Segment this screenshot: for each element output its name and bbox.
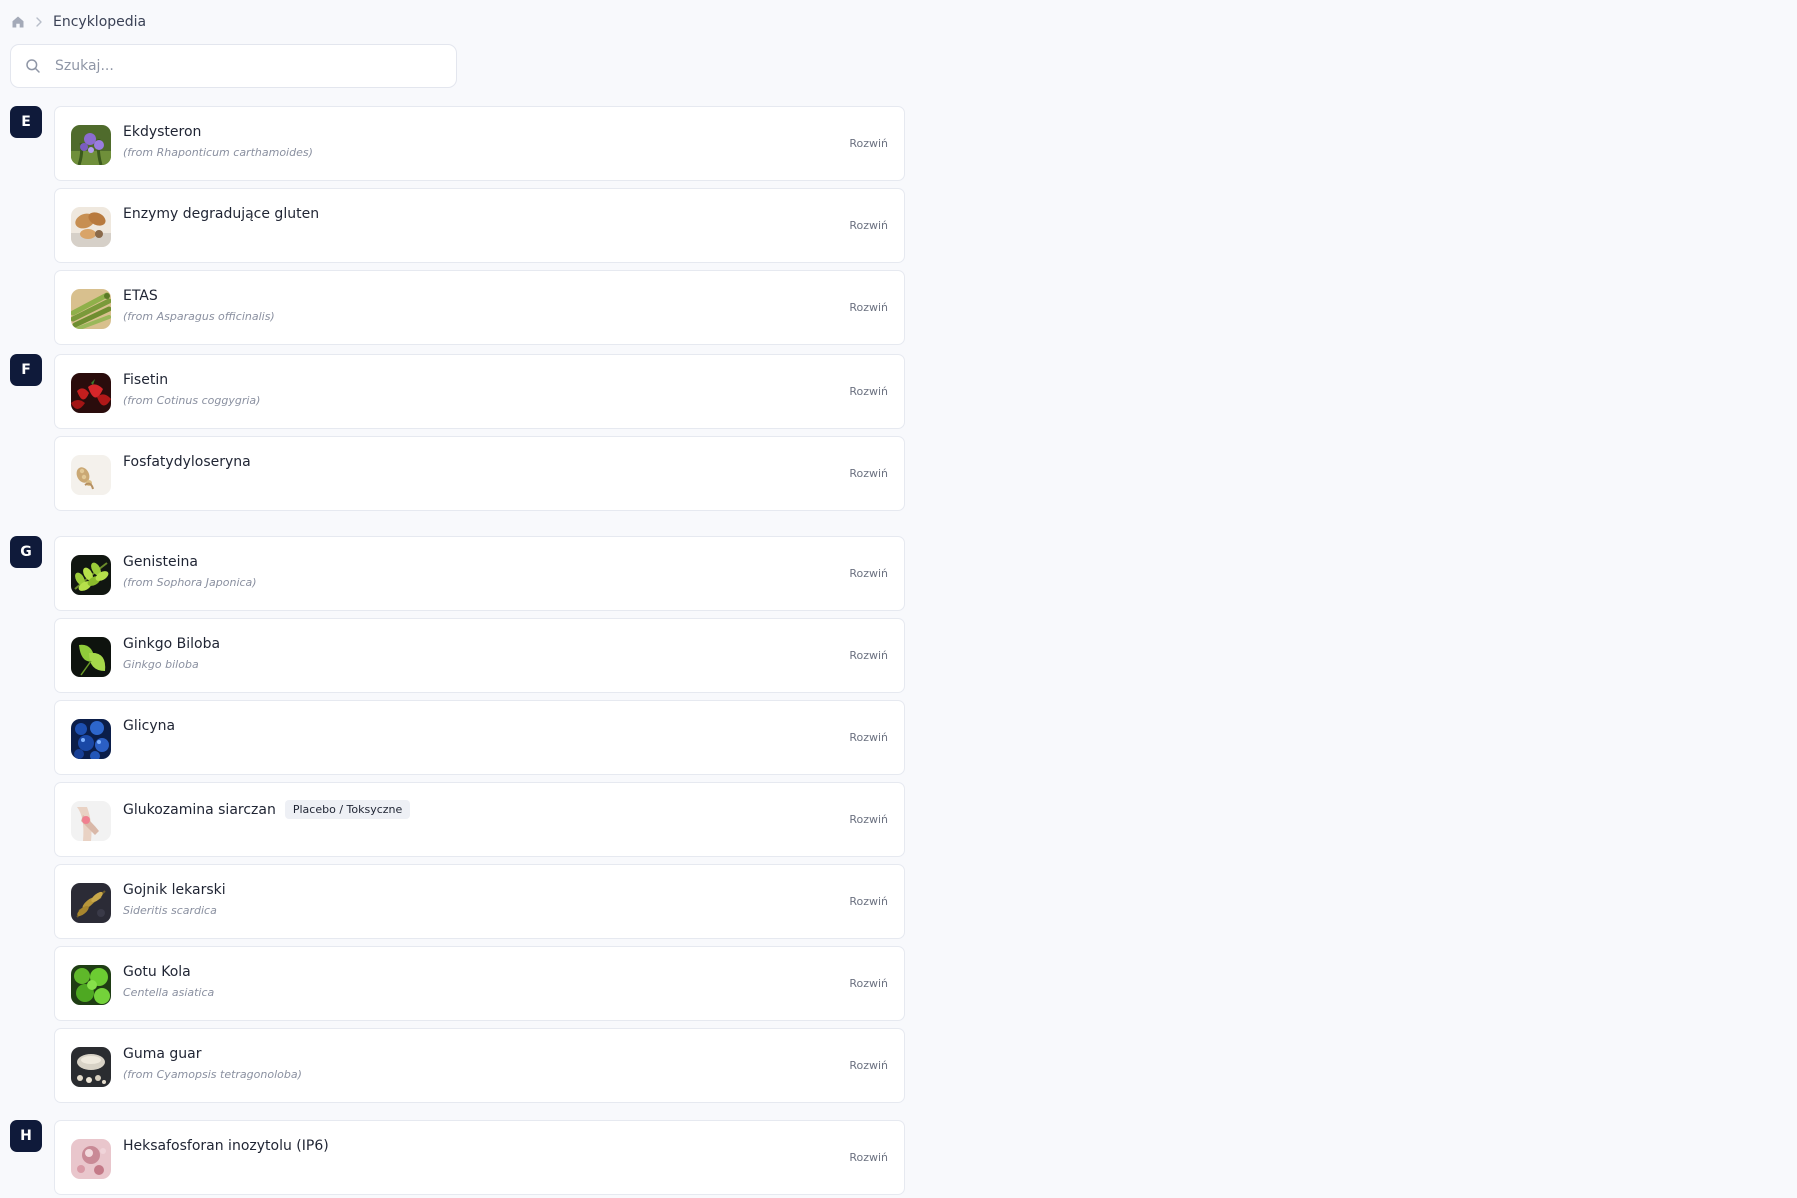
- entry-title: Heksafosforan inozytolu (IP6): [123, 1138, 329, 1154]
- entry-thumbnail: [71, 455, 111, 495]
- entry-title-row: Ginkgo Biloba: [123, 636, 220, 652]
- entry-title: Ginkgo Biloba: [123, 636, 221, 652]
- entry-title-row: Genisteina: [123, 554, 198, 570]
- expand-button[interactable]: Rozwiń: [849, 731, 888, 744]
- entry-title: Ekdysteron: [123, 124, 202, 140]
- encyclopedia-entry[interactable]: Genisteina (from Sophora Japonica) Rozwiń: [54, 536, 905, 611]
- expand-button[interactable]: Rozwiń: [849, 219, 888, 232]
- chevron-right-icon: [32, 15, 46, 29]
- entry-thumbnail: [71, 555, 111, 595]
- entry-subtitle: Ginkgo biloba: [123, 658, 199, 671]
- entry-title-row: Heksafosforan inozytolu (IP6): [123, 1138, 329, 1154]
- entry-title-row: Glukozamina siarczan Placebo / Toksyczne: [123, 800, 411, 819]
- encyclopedia-entry[interactable]: ETAS (from Asparagus officinalis) Rozwiń: [54, 270, 905, 345]
- expand-button[interactable]: Rozwiń: [849, 813, 888, 826]
- entry-title: Gotu Kola: [123, 964, 191, 980]
- letter-badge: F: [10, 354, 42, 386]
- encyclopedia-entry[interactable]: Heksafosforan inozytolu (IP6) Rozwiń: [54, 1120, 905, 1195]
- expand-button[interactable]: Rozwiń: [849, 467, 888, 480]
- entry-subtitle: Sideritis scardica: [123, 904, 217, 917]
- breadcrumb-current: Encyklopedia: [53, 14, 147, 30]
- home-icon[interactable]: [11, 15, 25, 29]
- entry-title: ETAS: [123, 288, 158, 304]
- entry-title: Gojnik lekarski: [123, 882, 226, 898]
- encyclopedia-entry[interactable]: Gotu Kola Centella asiatica Rozwiń: [54, 946, 905, 1021]
- expand-button[interactable]: Rozwiń: [849, 977, 888, 990]
- expand-button[interactable]: Rozwiń: [849, 137, 888, 150]
- entry-thumbnail: [71, 719, 111, 759]
- encyclopedia-entry[interactable]: Glicyna Rozwiń: [54, 700, 905, 775]
- entry-thumbnail: [71, 1139, 111, 1179]
- expand-button[interactable]: Rozwiń: [849, 567, 888, 580]
- entry-thumbnail: [71, 801, 111, 841]
- entry-thumbnail: [71, 883, 111, 923]
- encyclopedia-entry[interactable]: Ginkgo Biloba Ginkgo biloba Rozwiń: [54, 618, 905, 693]
- entry-title: Genisteina: [123, 554, 198, 570]
- encyclopedia-entry[interactable]: Glukozamina siarczan Placebo / Toksyczne R…: [54, 782, 905, 857]
- status-badge: Placebo / Toksyczne: [284, 800, 411, 819]
- entry-thumbnail: [71, 373, 111, 413]
- entry-subtitle: (from Cyamopsis tetragonoloba): [123, 1068, 302, 1081]
- entry-thumbnail: [71, 965, 111, 1005]
- entry-thumbnail: [71, 637, 111, 677]
- entry-title-row: Glicyna: [123, 718, 175, 734]
- entry-title-row: Gojnik lekarski: [123, 882, 226, 898]
- entry-thumbnail: [71, 289, 111, 329]
- entry-title: Fisetin: [123, 372, 169, 388]
- breadcrumb: Encyklopedia: [11, 12, 146, 32]
- entry-thumbnail: [71, 125, 111, 165]
- encyclopedia-entry[interactable]: Gojnik lekarski Sideritis scardica Rozwiń: [54, 864, 905, 939]
- entry-subtitle: (from Asparagus officinalis): [123, 310, 275, 323]
- entry-title: Fosfatydyloseryna: [123, 454, 251, 470]
- entry-title-row: ETAS: [123, 288, 158, 304]
- entry-title: Enzymy degradujące gluten: [123, 206, 320, 222]
- entry-title-row: Ekdysteron: [123, 124, 201, 140]
- entry-title-row: Gotu Kola: [123, 964, 191, 980]
- encyclopedia-entry[interactable]: Guma guar (from Cyamopsis tetragonoloba) R…: [54, 1028, 905, 1103]
- expand-button[interactable]: Rozwiń: [849, 649, 888, 662]
- encyclopedia-entry[interactable]: Ekdysteron (from Rhaponticum carthamoides…: [54, 106, 905, 181]
- entry-title-row: Fosfatydyloseryna: [123, 454, 251, 470]
- expand-button[interactable]: Rozwiń: [849, 301, 888, 314]
- entry-subtitle: Centella asiatica: [123, 986, 215, 999]
- entry-thumbnail: [71, 207, 111, 247]
- expand-button[interactable]: Rozwiń: [849, 1059, 888, 1072]
- entry-title-row: Enzymy degradujące gluten: [123, 206, 319, 222]
- search-icon: [25, 58, 41, 74]
- expand-button[interactable]: Rozwiń: [849, 1151, 888, 1164]
- encyclopedia-entry[interactable]: Enzymy degradujące gluten Rozwiń: [54, 188, 905, 263]
- letter-badge: G: [10, 536, 42, 568]
- entry-title-row: Guma guar: [123, 1046, 201, 1062]
- entry-title-row: Fisetin: [123, 372, 168, 388]
- entry-title: Glukozamina siarczan: [123, 801, 276, 818]
- entry-subtitle: (from Rhaponticum carthamoides): [123, 146, 313, 159]
- search-box[interactable]: [10, 44, 457, 88]
- encyclopedia-entry[interactable]: Fisetin (from Cotinus coggygria) Rozwiń: [54, 354, 905, 429]
- letter-badge: E: [10, 106, 42, 138]
- entry-title: Glicyna: [123, 718, 176, 734]
- entry-title: Guma guar: [123, 1046, 202, 1062]
- encyclopedia-entry[interactable]: Fosfatydyloseryna Rozwiń: [54, 436, 905, 511]
- entry-subtitle: (from Cotinus coggygria): [123, 394, 261, 407]
- entry-thumbnail: [71, 1047, 111, 1087]
- expand-button[interactable]: Rozwiń: [849, 895, 888, 908]
- letter-badge: H: [10, 1120, 42, 1152]
- entry-subtitle: (from Sophora Japonica): [123, 576, 257, 589]
- expand-button[interactable]: Rozwiń: [849, 385, 888, 398]
- search-input[interactable]: [53, 57, 437, 75]
